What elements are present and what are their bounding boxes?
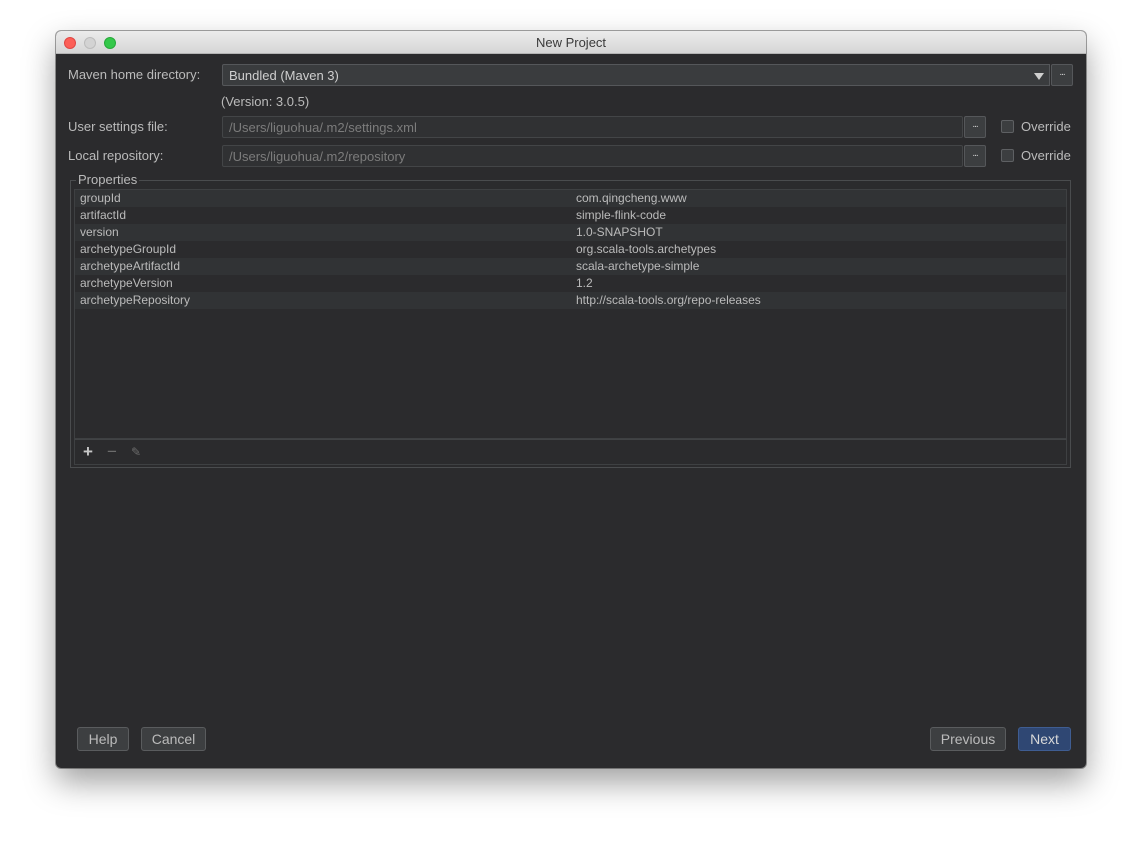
property-value: org.scala-tools.archetypes bbox=[576, 242, 717, 256]
maven-home-label: Maven home directory: bbox=[68, 67, 201, 82]
property-value: com.qingcheng.www bbox=[576, 191, 687, 205]
user-settings-field[interactable]: /Users/liguohua/.m2/settings.xml bbox=[222, 116, 963, 138]
edit-icon[interactable]: ✎ bbox=[127, 443, 145, 461]
remove-icon[interactable]: − bbox=[103, 443, 121, 461]
property-value: scala-archetype-simple bbox=[576, 259, 700, 273]
properties-table[interactable]: groupId com.qingcheng.www artifactId sim… bbox=[74, 189, 1067, 439]
chevron-down-icon bbox=[1034, 73, 1044, 80]
maven-home-value: Bundled (Maven 3) bbox=[229, 68, 339, 83]
maven-version-text: (Version: 3.0.5) bbox=[221, 94, 310, 109]
local-repository-label: Local repository: bbox=[68, 148, 164, 163]
property-value: simple-flink-code bbox=[576, 208, 667, 222]
local-repository-override-checkbox[interactable] bbox=[1001, 149, 1014, 162]
local-repository-value: /Users/liguohua/.m2/repository bbox=[229, 149, 406, 164]
property-key: version bbox=[80, 225, 119, 239]
property-key: groupId bbox=[80, 191, 121, 205]
previous-button[interactable]: Previous bbox=[930, 727, 1006, 751]
local-repository-field[interactable]: /Users/liguohua/.m2/repository bbox=[222, 145, 963, 167]
properties-title: Properties bbox=[76, 172, 140, 187]
property-key: archetypeArtifactId bbox=[80, 259, 181, 273]
table-row[interactable]: artifactId simple-flink-code bbox=[75, 207, 1066, 224]
table-row[interactable]: archetypeVersion 1.2 bbox=[75, 275, 1066, 292]
table-row[interactable]: version 1.0-SNAPSHOT bbox=[75, 224, 1066, 241]
table-row[interactable]: groupId com.qingcheng.www bbox=[75, 190, 1066, 207]
maven-home-browse-button[interactable]: ... bbox=[1051, 64, 1073, 86]
help-button[interactable]: Help bbox=[77, 727, 129, 751]
add-icon[interactable]: + bbox=[79, 443, 97, 461]
property-value: 1.2 bbox=[576, 276, 593, 290]
maven-home-dropdown-button[interactable] bbox=[1028, 64, 1050, 86]
table-row[interactable]: archetypeArtifactId scala-archetype-simp… bbox=[75, 258, 1066, 275]
local-repository-browse-button[interactable]: ... bbox=[964, 145, 986, 167]
property-key: archetypeRepository bbox=[80, 293, 191, 307]
cancel-button[interactable]: Cancel bbox=[141, 727, 206, 751]
table-row[interactable]: archetypeRepository http://scala-tools.o… bbox=[75, 292, 1066, 309]
user-settings-browse-button[interactable]: ... bbox=[964, 116, 986, 138]
next-button[interactable]: Next bbox=[1018, 727, 1071, 751]
new-project-dialog: New Project Maven home directory: Bundle… bbox=[56, 31, 1086, 768]
property-value: 1.0-SNAPSHOT bbox=[576, 225, 663, 239]
user-settings-value: /Users/liguohua/.m2/settings.xml bbox=[229, 120, 417, 135]
property-key: archetypeGroupId bbox=[80, 242, 177, 256]
properties-toolbar: + − ✎ bbox=[74, 439, 1067, 465]
maven-home-combobox[interactable]: Bundled (Maven 3) bbox=[222, 64, 1030, 86]
property-key: artifactId bbox=[80, 208, 127, 222]
user-settings-override-label[interactable]: Override bbox=[1021, 119, 1071, 134]
title-bar: New Project bbox=[56, 31, 1086, 54]
local-repository-override-label[interactable]: Override bbox=[1021, 148, 1071, 163]
property-value: http://scala-tools.org/repo-releases bbox=[576, 293, 761, 307]
window-title: New Project bbox=[535, 35, 607, 50]
user-settings-override-checkbox[interactable] bbox=[1001, 120, 1014, 133]
user-settings-label: User settings file: bbox=[68, 119, 168, 134]
property-key: archetypeVersion bbox=[80, 276, 173, 290]
table-row[interactable]: archetypeGroupId org.scala-tools.archety… bbox=[75, 241, 1066, 258]
